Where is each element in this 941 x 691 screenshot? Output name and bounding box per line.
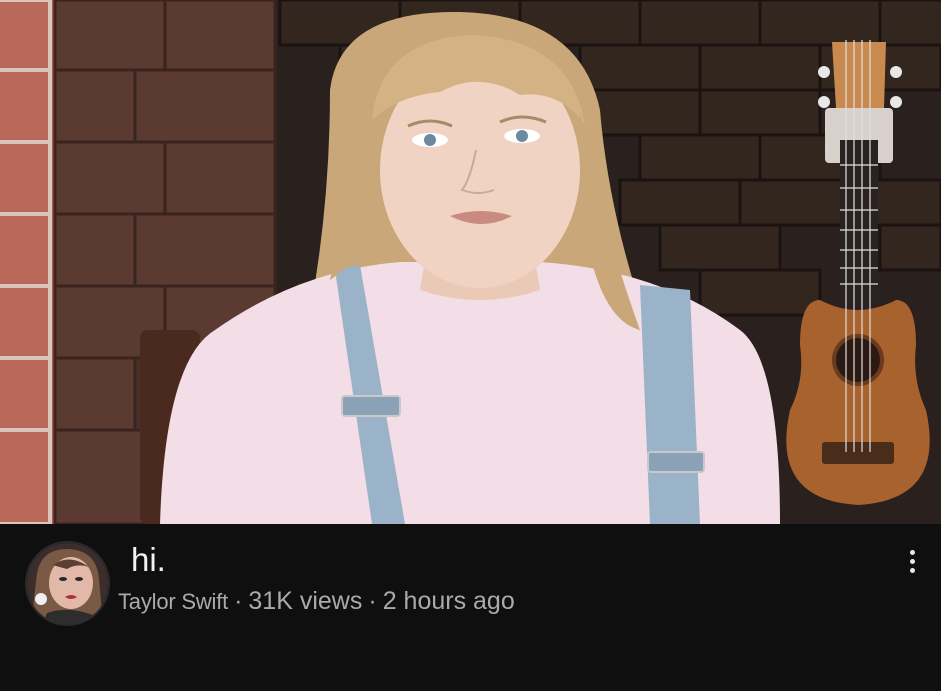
upload-age: 2 hours ago: [382, 587, 515, 615]
meta-separator: ·: [368, 587, 377, 615]
meta-separator: ·: [234, 587, 243, 615]
video-meta: Taylor Swift · 31K views · 2 hours ago: [118, 586, 515, 617]
kebab-dot: [909, 567, 915, 573]
channel-avatar[interactable]: [25, 541, 110, 626]
thumbnail-image: [0, 0, 941, 524]
avatar-image: [27, 543, 108, 624]
video-title[interactable]: hi.: [131, 540, 166, 580]
channel-name[interactable]: Taylor Swift: [118, 589, 228, 614]
kebab-dot: [909, 558, 915, 564]
video-thumbnail[interactable]: [0, 0, 941, 524]
more-vert-icon[interactable]: [894, 543, 930, 579]
view-count: 31K views: [248, 587, 363, 615]
kebab-dot: [909, 549, 915, 555]
